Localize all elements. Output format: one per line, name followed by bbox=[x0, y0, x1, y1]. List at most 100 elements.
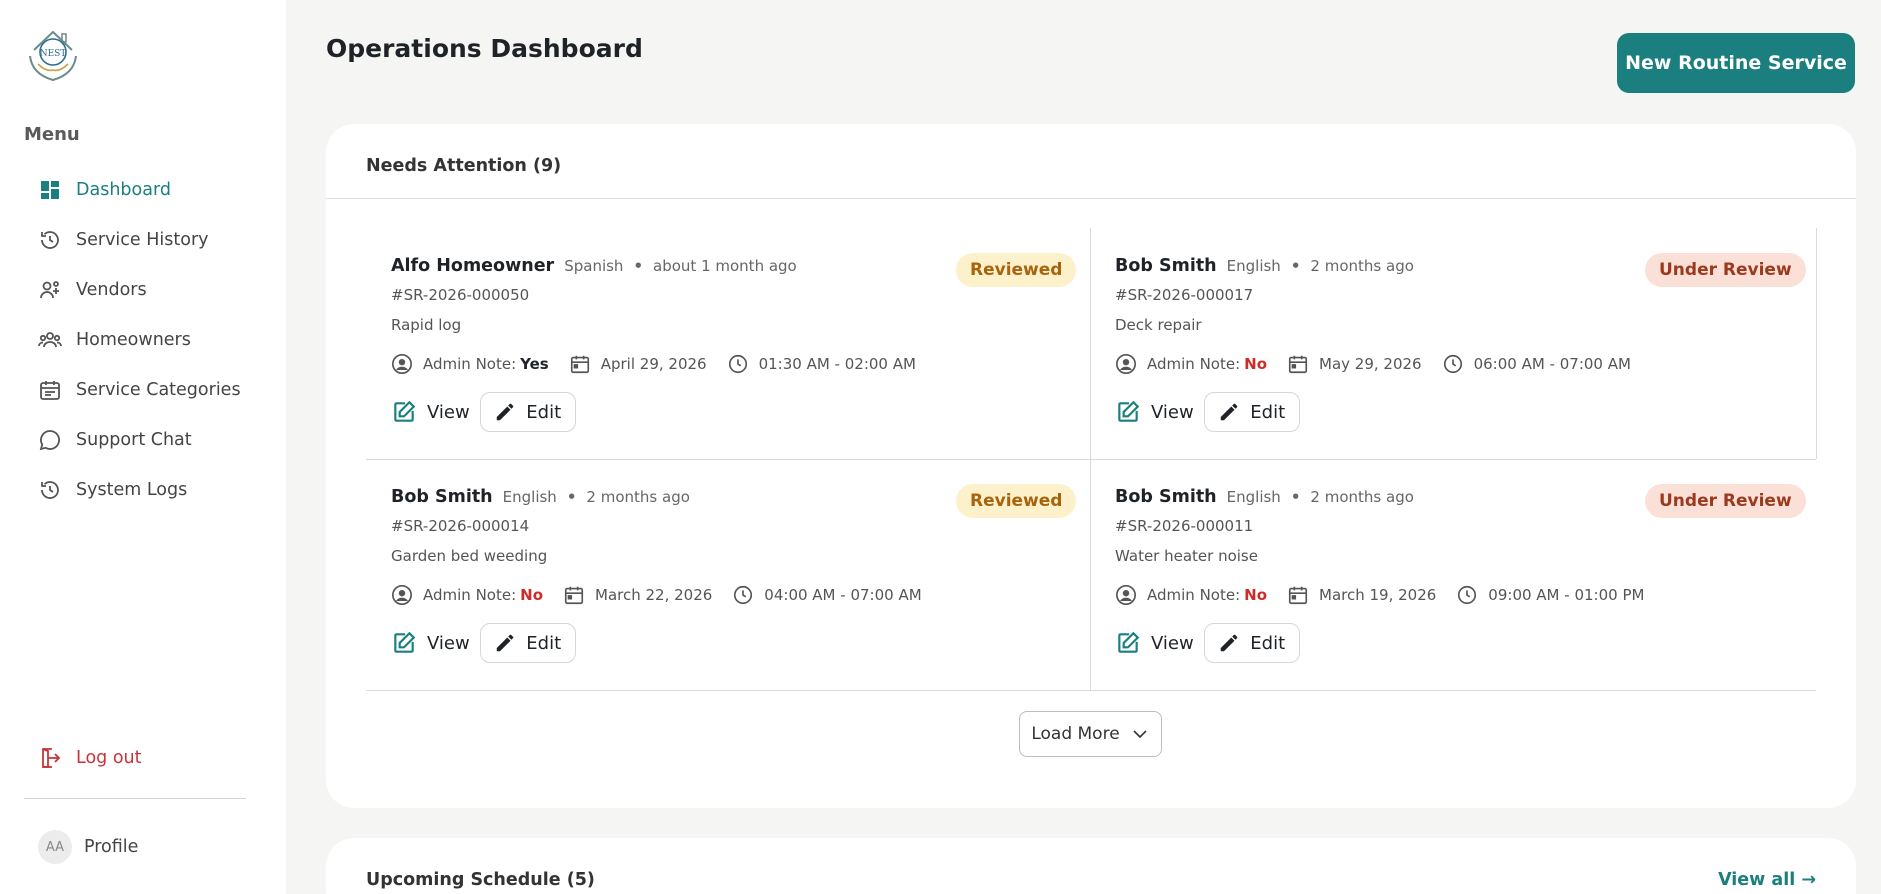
clock-icon bbox=[728, 354, 747, 374]
relative-time: 2 months ago bbox=[1310, 488, 1414, 506]
sidebar: NEST Menu Dashboard Service History Vend… bbox=[0, 0, 286, 894]
sidebar-item-vendors[interactable]: Vendors bbox=[38, 265, 278, 315]
sidebar-item-label: Vendors bbox=[76, 280, 147, 300]
card-actions: View Edit bbox=[1115, 623, 1300, 663]
request-meta: Admin Note: No March 19, 2026 09:00 AM - … bbox=[1115, 584, 1664, 606]
relative-time: 2 months ago bbox=[586, 488, 690, 506]
scheduled-date: March 19, 2026 bbox=[1319, 586, 1437, 604]
admin-note-value: Yes bbox=[520, 355, 549, 373]
page-title: Operations Dashboard bbox=[326, 34, 643, 63]
sidebar-item-service-categories[interactable]: Service Categories bbox=[38, 365, 278, 415]
admin-note-value: No bbox=[520, 586, 543, 604]
clock-icon bbox=[1458, 585, 1477, 605]
homeowner-name: Bob Smith English • 2 months ago bbox=[391, 487, 690, 507]
separator-dot: • bbox=[1290, 488, 1301, 506]
clock-icon bbox=[734, 585, 753, 605]
homeowner-name: Alfo Homeowner Spanish • about 1 month ago bbox=[391, 256, 797, 276]
panel-header: Needs Attention (9) bbox=[326, 124, 1856, 199]
sidebar-item-service-history[interactable]: Service History bbox=[38, 215, 278, 265]
homeowner-name-text: Alfo Homeowner bbox=[391, 256, 555, 276]
request-id: #SR-2026-000050 bbox=[391, 286, 530, 304]
admin-note-label: Admin Note: bbox=[1147, 355, 1241, 373]
view-label: View bbox=[1151, 632, 1194, 654]
chevron-down-icon bbox=[1133, 730, 1147, 739]
scheduled-date: March 22, 2026 bbox=[595, 586, 713, 604]
profile-label: Profile bbox=[84, 837, 139, 857]
view-button[interactable]: View bbox=[391, 399, 470, 425]
calendar-icon bbox=[1288, 586, 1308, 605]
pencil-icon bbox=[497, 634, 514, 652]
status-badge: Reviewed bbox=[956, 253, 1077, 287]
sidebar-item-label: Service Categories bbox=[76, 380, 241, 400]
people-icon bbox=[38, 332, 62, 348]
view-button[interactable]: View bbox=[391, 630, 470, 656]
user-circle-icon bbox=[392, 354, 412, 374]
load-more-button[interactable]: Load More bbox=[1019, 711, 1162, 757]
edit-label: Edit bbox=[526, 401, 562, 423]
edit-label: Edit bbox=[526, 632, 562, 654]
admin-note-value: No bbox=[1244, 586, 1267, 604]
needs-attention-panel: Needs Attention (9) Alfo Homeowner Spanis… bbox=[326, 124, 1856, 808]
homeowner-name: Bob Smith English • 2 months ago bbox=[1115, 487, 1414, 507]
separator-dot: • bbox=[566, 488, 577, 506]
logout-label: Log out bbox=[76, 748, 142, 768]
view-all-link[interactable]: View all → bbox=[1718, 870, 1816, 890]
calendar-icon bbox=[1288, 355, 1308, 374]
user-circle-icon bbox=[1116, 354, 1136, 374]
needs-attention-title: Needs Attention (9) bbox=[366, 156, 562, 176]
relative-time: 2 months ago bbox=[1310, 257, 1414, 275]
chat-icon bbox=[39, 430, 60, 451]
card-actions: View Edit bbox=[391, 623, 576, 663]
user-circle-icon bbox=[1116, 585, 1136, 605]
menu-heading: Menu bbox=[24, 124, 80, 145]
view-label: View bbox=[1151, 401, 1194, 423]
history-icon bbox=[41, 231, 59, 249]
load-more-label: Load More bbox=[1031, 724, 1120, 744]
upcoming-schedule-panel: Upcoming Schedule (5) View all → bbox=[326, 838, 1856, 894]
new-routine-service-button[interactable]: New Routine Service bbox=[1617, 33, 1855, 93]
request-description: Rapid log bbox=[391, 316, 462, 334]
edit-button[interactable]: Edit bbox=[479, 623, 576, 663]
scheduled-date: April 29, 2026 bbox=[600, 355, 707, 373]
language: English bbox=[502, 488, 557, 506]
view-button[interactable]: View bbox=[1115, 399, 1194, 425]
view-button[interactable]: View bbox=[1115, 630, 1194, 656]
sidebar-item-label: Service History bbox=[76, 230, 209, 250]
edit-label: Edit bbox=[1250, 632, 1286, 654]
scheduled-time: 04:00 AM - 07:00 AM bbox=[764, 586, 922, 604]
edit-button[interactable]: Edit bbox=[479, 392, 576, 432]
sidebar-item-label: Dashboard bbox=[76, 180, 171, 200]
scheduled-time: 09:00 AM - 01:00 PM bbox=[1488, 586, 1645, 604]
status-badge: Reviewed bbox=[956, 484, 1077, 518]
request-meta: Admin Note: No May 29, 2026 06:00 AM - 07… bbox=[1115, 353, 1651, 375]
pencil-icon bbox=[1221, 634, 1238, 652]
user-circle-icon bbox=[392, 585, 412, 605]
service-request-card: Bob Smith English • 2 months ago Under Revi… bbox=[1090, 459, 1814, 690]
admin-note-label: Admin Note: bbox=[423, 586, 517, 604]
request-id: #SR-2026-000017 bbox=[1115, 286, 1254, 304]
edit-label: Edit bbox=[1250, 401, 1286, 423]
language: Spanish bbox=[564, 257, 624, 275]
edit-button[interactable]: Edit bbox=[1203, 392, 1300, 432]
language: English bbox=[1226, 257, 1281, 275]
pencil-icon bbox=[497, 403, 514, 421]
sidebar-item-dashboard[interactable]: Dashboard bbox=[38, 165, 278, 215]
edit-note-icon bbox=[394, 631, 416, 653]
service-request-card: Bob Smith English • 2 months ago Reviewed #… bbox=[366, 459, 1090, 690]
service-request-card: Bob Smith English • 2 months ago Under Revi… bbox=[1090, 228, 1814, 459]
edit-button[interactable]: Edit bbox=[1203, 623, 1300, 663]
sidebar-item-homeowners[interactable]: Homeowners bbox=[38, 315, 278, 365]
request-meta: Admin Note: Yes April 29, 2026 01:30 AM -… bbox=[391, 353, 936, 375]
sidebar-item-label: Support Chat bbox=[76, 430, 192, 450]
sidebar-item-system-logs[interactable]: System Logs bbox=[38, 465, 278, 515]
profile-link[interactable]: AA Profile bbox=[38, 830, 138, 864]
nest-logo: NEST bbox=[29, 30, 77, 82]
sidebar-divider bbox=[24, 798, 246, 799]
logout-button[interactable]: Log out bbox=[38, 746, 141, 770]
sidebar-item-support-chat[interactable]: Support Chat bbox=[38, 415, 278, 465]
request-description: Water heater noise bbox=[1115, 547, 1258, 565]
sidebar-item-label: System Logs bbox=[76, 480, 188, 500]
svg-text:NEST: NEST bbox=[40, 49, 67, 59]
request-description: Deck repair bbox=[1115, 316, 1202, 334]
request-id: #SR-2026-000011 bbox=[1115, 517, 1254, 535]
